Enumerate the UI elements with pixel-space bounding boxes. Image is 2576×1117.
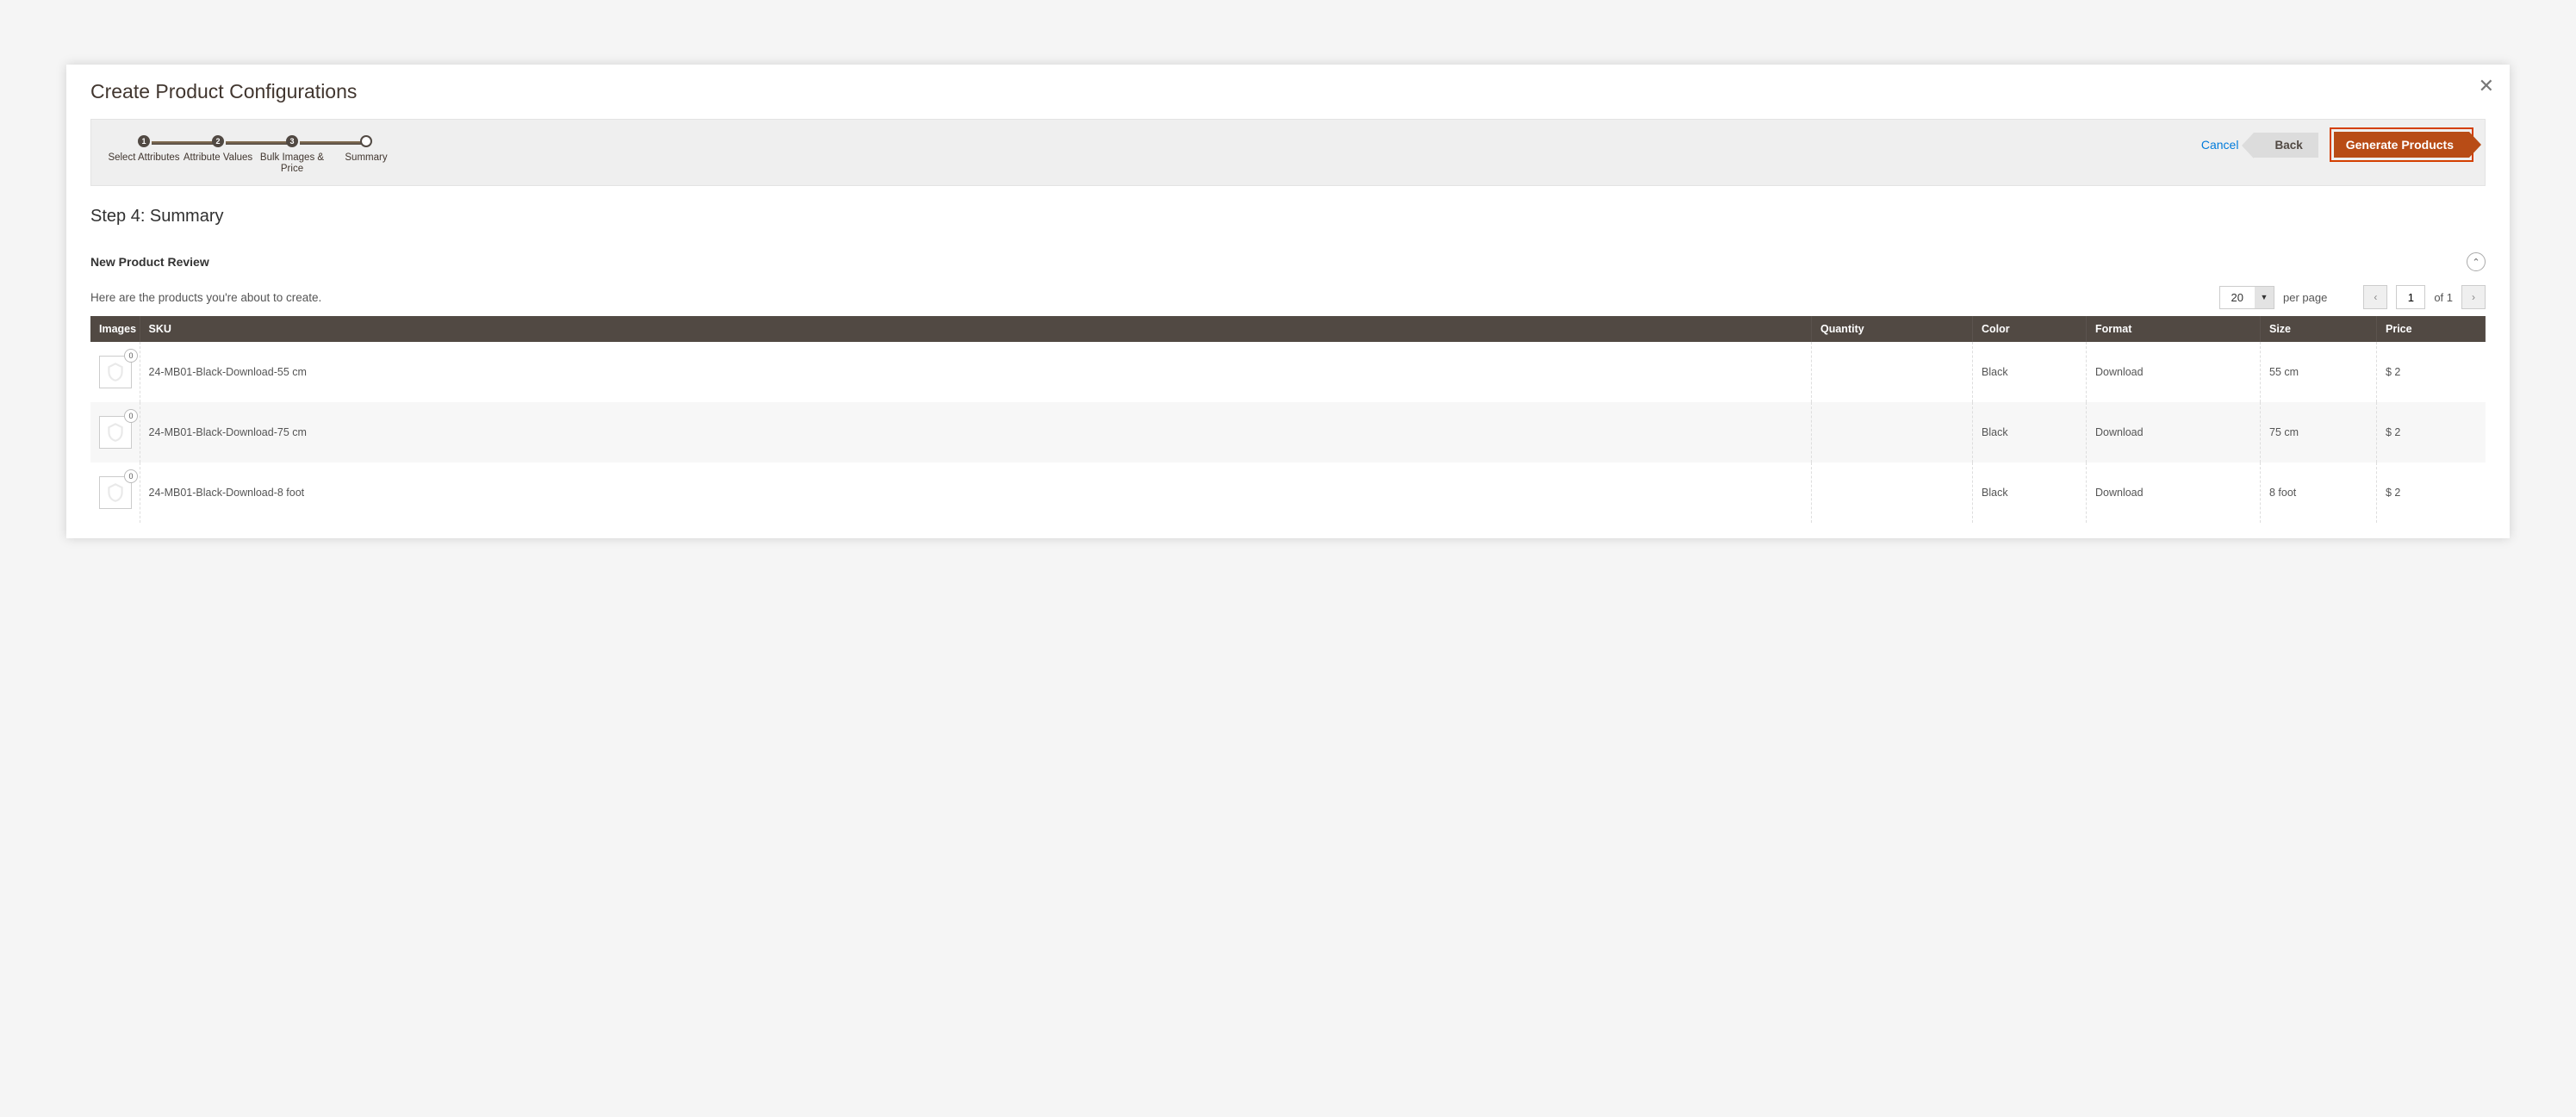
cell-price: $ 2 bbox=[2377, 462, 2486, 523]
image-count-badge: 0 bbox=[124, 409, 138, 423]
table-row[interactable]: 024-MB01-Black-Download-55 cm BlackDownlo… bbox=[90, 342, 2486, 402]
toolbar-row: Here are the products you're about to cr… bbox=[90, 285, 2486, 309]
cancel-button[interactable]: Cancel bbox=[2201, 138, 2239, 152]
stepper: 1 Select Attributes 2 Attribute Values 3… bbox=[107, 132, 403, 175]
cell-price: $ 2 bbox=[2377, 342, 2486, 402]
section-subtext: Here are the products you're about to cr… bbox=[90, 291, 321, 304]
product-thumbnail-icon: 0 bbox=[99, 476, 132, 509]
wizard-actions: Cancel Back Generate Products bbox=[2201, 132, 2469, 158]
image-count-badge: 0 bbox=[124, 349, 138, 363]
back-button[interactable]: Back bbox=[2254, 133, 2318, 158]
table-row[interactable]: 024-MB01-Black-Download-75 cm BlackDownlo… bbox=[90, 402, 2486, 462]
cell-color: Black bbox=[1973, 402, 2087, 462]
cell-format: Download bbox=[2087, 342, 2261, 402]
chevron-right-icon: › bbox=[2472, 291, 2475, 303]
cell-quantity bbox=[1812, 402, 1973, 462]
step-label: Bulk Images & Price bbox=[255, 152, 329, 175]
chevron-down-icon[interactable]: ▼ bbox=[2255, 287, 2274, 308]
cell-price: $ 2 bbox=[2377, 402, 2486, 462]
cell-sku: 24-MB01-Black-Download-75 cm bbox=[140, 402, 1812, 462]
per-page-select[interactable]: 20 ▼ bbox=[2219, 286, 2274, 309]
section-title: New Product Review bbox=[90, 255, 209, 269]
chevron-left-icon: ‹ bbox=[2374, 291, 2377, 303]
prev-page-button[interactable]: ‹ bbox=[2363, 285, 2387, 309]
cell-image: 0 bbox=[90, 462, 140, 523]
col-images: Images bbox=[90, 316, 140, 342]
per-page-label: per page bbox=[2283, 291, 2327, 304]
cell-size: 8 foot bbox=[2261, 462, 2377, 523]
cell-sku: 24-MB01-Black-Download-55 cm bbox=[140, 342, 1812, 402]
step-dot: 1 bbox=[138, 135, 150, 147]
step-dot bbox=[360, 135, 372, 147]
step-dot: 3 bbox=[286, 135, 298, 147]
config-modal: ✕ Create Product Configurations 1 Select… bbox=[66, 65, 2510, 538]
per-page-value: 20 bbox=[2220, 287, 2255, 308]
cell-quantity bbox=[1812, 342, 1973, 402]
product-thumbnail-icon: 0 bbox=[99, 356, 132, 388]
col-color: Color bbox=[1973, 316, 2087, 342]
cell-sku: 24-MB01-Black-Download-8 foot bbox=[140, 462, 1812, 523]
cell-format: Download bbox=[2087, 402, 2261, 462]
step-dot: 2 bbox=[212, 135, 224, 147]
col-size: Size bbox=[2261, 316, 2377, 342]
cell-color: Black bbox=[1973, 462, 2087, 523]
cell-format: Download bbox=[2087, 462, 2261, 523]
page-number-input[interactable] bbox=[2396, 285, 2425, 309]
cell-image: 0 bbox=[90, 342, 140, 402]
modal-title: Create Product Configurations bbox=[90, 80, 2486, 103]
step-heading: Step 4: Summary bbox=[90, 207, 2486, 227]
cell-color: Black bbox=[1973, 342, 2087, 402]
step-label: Select Attributes bbox=[108, 152, 179, 164]
cell-quantity bbox=[1812, 462, 1973, 523]
col-sku: SKU bbox=[140, 316, 1812, 342]
step-select-attributes[interactable]: 1 Select Attributes bbox=[107, 135, 181, 175]
step-label: Attribute Values bbox=[184, 152, 252, 164]
col-price: Price bbox=[2377, 316, 2486, 342]
chevron-up-icon: ⌃ bbox=[2472, 257, 2480, 268]
step-bar: 1 Select Attributes 2 Attribute Values 3… bbox=[90, 119, 2486, 186]
generate-products-button[interactable]: Generate Products bbox=[2334, 132, 2469, 158]
page-total-label: of 1 bbox=[2434, 291, 2453, 304]
next-page-button[interactable]: › bbox=[2461, 285, 2486, 309]
cell-size: 55 cm bbox=[2261, 342, 2377, 402]
col-format: Format bbox=[2087, 316, 2261, 342]
table-row[interactable]: 024-MB01-Black-Download-8 foot BlackDownl… bbox=[90, 462, 2486, 523]
collapse-toggle[interactable]: ⌃ bbox=[2467, 252, 2486, 271]
image-count-badge: 0 bbox=[124, 469, 138, 483]
table-header-row: Images SKU Quantity Color Format Size Pr… bbox=[90, 316, 2486, 342]
step-label: Summary bbox=[345, 152, 387, 164]
products-table: Images SKU Quantity Color Format Size Pr… bbox=[90, 316, 2486, 523]
cell-size: 75 cm bbox=[2261, 402, 2377, 462]
section-header: New Product Review ⌃ bbox=[90, 252, 2486, 271]
product-thumbnail-icon: 0 bbox=[99, 416, 132, 449]
pager: 20 ▼ per page ‹ of 1 › bbox=[2219, 285, 2486, 309]
col-quantity: Quantity bbox=[1812, 316, 1973, 342]
close-icon[interactable]: ✕ bbox=[2479, 77, 2494, 96]
cell-image: 0 bbox=[90, 402, 140, 462]
